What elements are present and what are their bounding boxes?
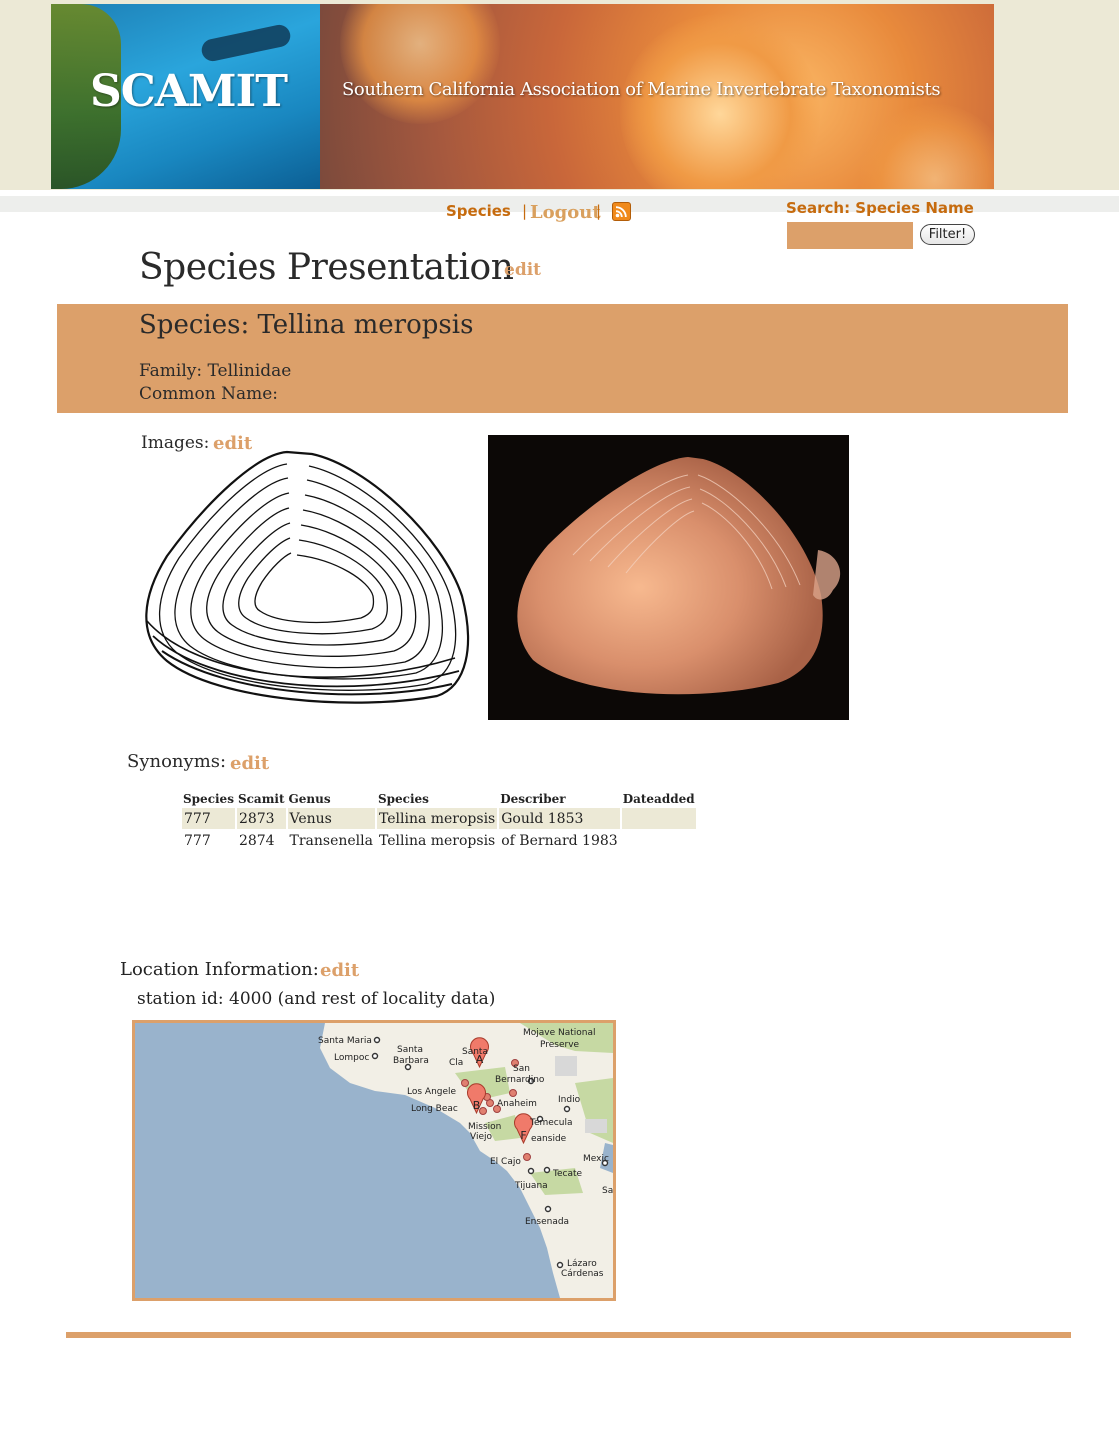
map-label: Cárdenas <box>561 1269 604 1279</box>
map-label: Santa <box>397 1045 423 1055</box>
table-header-row: Species Scamit Genus Species Describer D… <box>182 790 696 807</box>
map-label: Santa <box>462 1047 488 1057</box>
map-label: Preserve <box>540 1040 580 1050</box>
map-label: Tecate <box>552 1169 582 1179</box>
species-common-name: Common Name: <box>139 384 278 404</box>
site-tagline: Southern California Association of Marin… <box>342 79 941 100</box>
nav-separator: | <box>522 202 528 220</box>
map-label: eanside <box>531 1134 567 1144</box>
table-row: 777 2873 Venus Tellina meropsis Gould 18… <box>182 808 696 829</box>
table-cell <box>622 830 696 851</box>
column-header: Species <box>377 791 429 806</box>
anemone-graphic <box>860 104 994 189</box>
map-label: Viejo <box>470 1132 492 1142</box>
map-label: Tijuana <box>514 1181 548 1191</box>
location-label: Location Information: <box>120 959 319 980</box>
station-info: station id: 4000 (and rest of locality d… <box>137 989 496 1009</box>
map-label: Santa Maria <box>318 1036 372 1046</box>
table-cell: Venus <box>287 808 375 829</box>
nav-species-link[interactable]: Species <box>446 202 511 220</box>
table-row: 777 2874 Transenella Tellina meropsis of… <box>182 830 696 851</box>
nav-separator: | <box>596 202 602 220</box>
map-label: Mojave National <box>523 1028 596 1038</box>
nav-logout-link[interactable]: Logout <box>530 202 601 223</box>
search-input[interactable] <box>787 222 913 249</box>
table-cell <box>621 808 696 829</box>
column-header: Species <box>183 791 234 806</box>
table-cell: 2873 <box>236 808 286 829</box>
map-label: Bernardino <box>495 1075 545 1085</box>
table-cell: Gould 1853 <box>499 808 620 829</box>
table-cell: Tellina meropsis <box>378 832 496 849</box>
synonyms-edit-link[interactable]: edit <box>230 753 269 774</box>
table-cell: of Bernard 1983 <box>501 832 618 849</box>
site-logo[interactable]: SCAMIT <box>90 66 288 117</box>
synonyms-label: Synonyms: <box>127 751 227 772</box>
map-label: Sa <box>602 1186 613 1196</box>
marker-label: B <box>473 1099 481 1112</box>
table-cell: 777 <box>182 808 235 829</box>
location-edit-link[interactable]: edit <box>320 960 359 981</box>
map-label: Mexic <box>583 1154 609 1164</box>
anemone-graphic <box>340 4 500 124</box>
map-label: Lázaro <box>567 1259 597 1269</box>
rss-feed-icon[interactable] <box>612 202 631 221</box>
map-label: Mission <box>468 1122 501 1132</box>
map-label: Lompoc <box>334 1053 369 1063</box>
filter-button[interactable]: Filter! <box>920 224 975 245</box>
column-header: Dateadded <box>622 791 695 806</box>
column-header: Genus <box>288 791 331 806</box>
location-map[interactable]: A B F Mojave National Preserve Santa Mar… <box>132 1020 616 1301</box>
diver-graphic <box>199 22 293 64</box>
map-label: Cla <box>449 1058 463 1068</box>
map-label: San <box>513 1064 530 1074</box>
footer-divider <box>66 1332 1071 1338</box>
map-label: Barbara <box>393 1056 429 1066</box>
search-label: Search: Species Name <box>786 199 974 217</box>
marker-label: F <box>520 1129 526 1142</box>
table-cell: Transenella <box>289 832 373 849</box>
table-cell: 2874 <box>238 832 275 849</box>
shell-photo-image[interactable] <box>488 435 849 720</box>
map-label: Long Beac <box>411 1104 458 1114</box>
column-header: Scamit <box>237 791 285 806</box>
species-family: Family: Tellinidae <box>139 361 292 381</box>
table-cell: Tellina meropsis <box>376 808 498 829</box>
map-label: Anaheim <box>497 1099 537 1109</box>
table-cell: 777 <box>184 832 211 849</box>
species-name: Species: Tellina meropsis <box>139 310 474 340</box>
anemone-graphic <box>620 14 820 189</box>
synonyms-table: Species Scamit Genus Species Describer D… <box>180 789 698 852</box>
map-label: Los Angele <box>407 1087 457 1097</box>
shell-drawing-image[interactable] <box>137 446 472 711</box>
title-edit-link[interactable]: edit <box>504 260 541 280</box>
column-header: Describer <box>500 791 566 806</box>
page-title: Species Presentation <box>139 247 514 288</box>
map-label: El Cajo <box>490 1157 521 1167</box>
map-label: Indio <box>558 1095 581 1105</box>
map-label: Temecula <box>529 1118 572 1128</box>
map-label: Ensenada <box>525 1217 569 1227</box>
